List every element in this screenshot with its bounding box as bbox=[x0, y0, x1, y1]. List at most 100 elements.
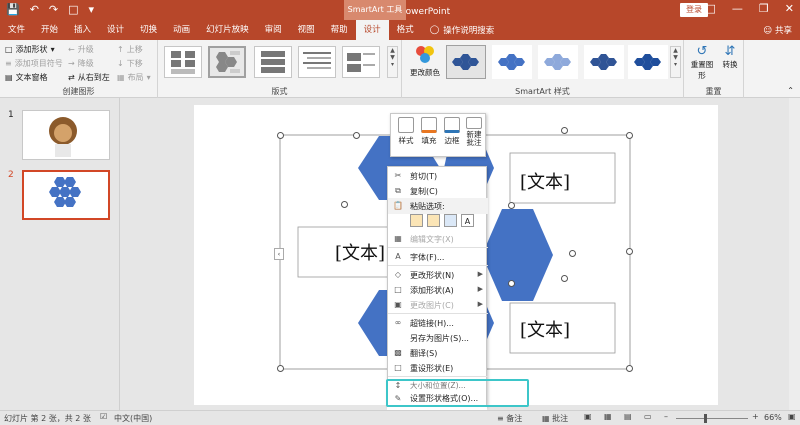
move-up-button[interactable]: ↑ 上移 bbox=[117, 44, 143, 55]
resize-handle[interactable] bbox=[626, 248, 633, 255]
add-shape-button[interactable]: □ 添加形状 ▾ bbox=[5, 44, 55, 55]
zoom-slider-thumb[interactable] bbox=[704, 414, 707, 423]
normal-view-icon[interactable]: ▣ bbox=[584, 412, 592, 421]
menu-item-hyperlink[interactable]: ∞ 超链接(H)... bbox=[388, 315, 488, 331]
reading-view-icon[interactable]: ▤ bbox=[624, 412, 632, 421]
resize-handle[interactable] bbox=[626, 132, 633, 139]
tab-insert[interactable]: 插入 bbox=[66, 20, 99, 40]
resize-handle[interactable] bbox=[508, 280, 515, 287]
layout-option-4[interactable] bbox=[298, 46, 336, 78]
text-pane-button[interactable]: ▤ 文本窗格 bbox=[5, 72, 48, 83]
tab-help[interactable]: 帮助 bbox=[323, 20, 356, 40]
resize-handle[interactable] bbox=[353, 132, 360, 139]
styles-scroll[interactable]: ▲ ▼ ▾ bbox=[670, 46, 681, 78]
smartart-text[interactable]: [文本] bbox=[335, 239, 385, 265]
language-status[interactable]: 中文(中国) bbox=[114, 413, 152, 424]
demote-button[interactable]: → 降级 bbox=[68, 58, 94, 69]
ribbon-display-icon[interactable]: □ bbox=[706, 2, 716, 15]
convert-button[interactable]: ⇵ 转换 bbox=[718, 44, 742, 70]
resize-handle[interactable] bbox=[277, 132, 284, 139]
close-icon[interactable]: ✕ bbox=[785, 2, 794, 15]
menu-item-add-shape[interactable]: □ 添加形状(A) ▶ bbox=[388, 282, 488, 298]
add-bullet-button[interactable]: ≡ 添加项目符号 bbox=[5, 58, 63, 69]
smartart-text[interactable]: [文本] bbox=[520, 168, 570, 194]
menu-item-edit-text[interactable]: ▦ 编辑文字(X) bbox=[388, 231, 488, 247]
change-colors-button[interactable]: 更改颜色 bbox=[406, 44, 444, 84]
slide-sorter-icon[interactable]: ▦ bbox=[604, 412, 612, 421]
resize-handle[interactable] bbox=[626, 365, 633, 372]
style-option-2[interactable] bbox=[492, 45, 532, 79]
tab-format[interactable]: 格式 bbox=[389, 20, 422, 40]
rotate-handle[interactable] bbox=[561, 127, 568, 134]
resize-handle[interactable] bbox=[508, 202, 515, 209]
tell-me-search[interactable]: ◯ 操作说明搜索 bbox=[430, 24, 495, 36]
rotate-handle[interactable] bbox=[341, 201, 348, 208]
submenu-arrow-icon: ▶ bbox=[477, 285, 483, 293]
menu-item-change-shape[interactable]: ◇ 更改形状(N) ▶ bbox=[388, 267, 488, 283]
tab-home[interactable]: 开始 bbox=[33, 20, 66, 40]
tab-slideshow[interactable]: 幻灯片放映 bbox=[198, 20, 257, 40]
reset-graphic-button[interactable]: ↺ 重置图形 bbox=[690, 44, 714, 81]
mini-style-button[interactable]: 样式 bbox=[395, 117, 417, 146]
tab-transitions[interactable]: 切换 bbox=[132, 20, 165, 40]
layout-button[interactable]: ▦ 布局 ▾ bbox=[117, 72, 151, 83]
zoom-slider[interactable] bbox=[676, 418, 748, 419]
paste-text-only-icon[interactable]: A bbox=[461, 214, 474, 227]
slide-thumbnail-1[interactable] bbox=[22, 110, 110, 160]
spellcheck-icon[interactable]: ☑ bbox=[100, 412, 107, 421]
tab-file[interactable]: 文件 bbox=[0, 20, 33, 40]
zoom-out-icon[interactable]: – bbox=[664, 412, 668, 421]
smartart-text[interactable]: [文本] bbox=[520, 316, 570, 342]
login-button[interactable]: 登录 bbox=[680, 3, 708, 17]
rotate-handle[interactable] bbox=[569, 250, 576, 257]
tab-view[interactable]: 视图 bbox=[290, 20, 323, 40]
edit-text-icon: ▦ bbox=[394, 234, 402, 243]
move-down-button[interactable]: ↓ 下移 bbox=[117, 58, 143, 69]
menu-item-cut[interactable]: ✂ 剪切(T) bbox=[388, 168, 488, 184]
tab-smartart-design[interactable]: 设计 bbox=[355, 20, 389, 40]
tab-review[interactable]: 审阅 bbox=[257, 20, 290, 40]
mini-new-comment-button[interactable]: 新建 批注 bbox=[463, 117, 485, 147]
slide-thumbnail-2[interactable] bbox=[22, 170, 110, 220]
mini-outline-button[interactable]: 边框 bbox=[441, 117, 463, 146]
promote-button[interactable]: ← 升级 bbox=[68, 44, 94, 55]
style-option-5[interactable] bbox=[628, 45, 668, 79]
menu-label: 添加形状(A) bbox=[410, 285, 454, 295]
layout-option-hexagon[interactable] bbox=[208, 46, 246, 78]
zoom-in-icon[interactable]: + bbox=[752, 412, 759, 421]
style-option-1[interactable] bbox=[446, 45, 486, 79]
comments-button[interactable]: ▦ 批注 bbox=[542, 413, 568, 424]
mini-fill-button[interactable]: 填充 bbox=[418, 117, 440, 146]
vertical-scrollbar[interactable] bbox=[789, 98, 800, 410]
menu-item-save-as-picture[interactable]: 另存为图片(S)... bbox=[388, 330, 488, 346]
tab-design[interactable]: 设计 bbox=[99, 20, 132, 40]
slideshow-view-icon[interactable]: ▭ bbox=[644, 412, 652, 421]
paste-destination-theme-icon[interactable] bbox=[427, 214, 440, 227]
layout-option-3[interactable] bbox=[254, 46, 292, 78]
rotate-handle[interactable] bbox=[561, 275, 568, 282]
menu-item-copy[interactable]: ⧉ 复制(C) bbox=[388, 183, 488, 199]
paste-keep-source-icon[interactable] bbox=[410, 214, 423, 227]
fit-to-window-icon[interactable]: ▣ bbox=[788, 412, 796, 421]
style-option-4[interactable] bbox=[584, 45, 624, 79]
layouts-scroll[interactable]: ▲ ▼ ▾ bbox=[387, 46, 398, 78]
collapse-ribbon-icon[interactable]: ⌃ bbox=[787, 86, 794, 95]
expand-text-pane-icon[interactable]: ‹ bbox=[274, 248, 284, 260]
tab-animations[interactable]: 动画 bbox=[165, 20, 198, 40]
layout-option-5[interactable] bbox=[342, 46, 380, 78]
resize-handle[interactable] bbox=[277, 365, 284, 372]
style-option-3[interactable] bbox=[538, 45, 578, 79]
menu-item-reset-shape[interactable]: □ 重设形状(E) bbox=[388, 360, 488, 376]
minimize-icon[interactable]: — bbox=[732, 2, 743, 15]
style-thumbnail bbox=[634, 54, 661, 70]
paste-picture-icon[interactable] bbox=[444, 214, 457, 227]
zoom-level[interactable]: 66% bbox=[764, 413, 782, 422]
notes-button[interactable]: ≡ 备注 bbox=[497, 413, 522, 424]
menu-item-font[interactable]: A 字体(F)... bbox=[388, 249, 488, 265]
right-to-left-button[interactable]: ⇄ 从右到左 bbox=[68, 72, 110, 83]
restore-icon[interactable]: ❐ bbox=[759, 2, 769, 15]
share-button[interactable]: ☺ 共享 bbox=[763, 24, 792, 36]
menu-item-change-picture[interactable]: ▣ 更改图片(C) ▶ bbox=[388, 297, 488, 313]
menu-item-translate[interactable]: ▩ 翻译(S) bbox=[388, 345, 488, 361]
layout-option-1[interactable] bbox=[164, 46, 202, 78]
